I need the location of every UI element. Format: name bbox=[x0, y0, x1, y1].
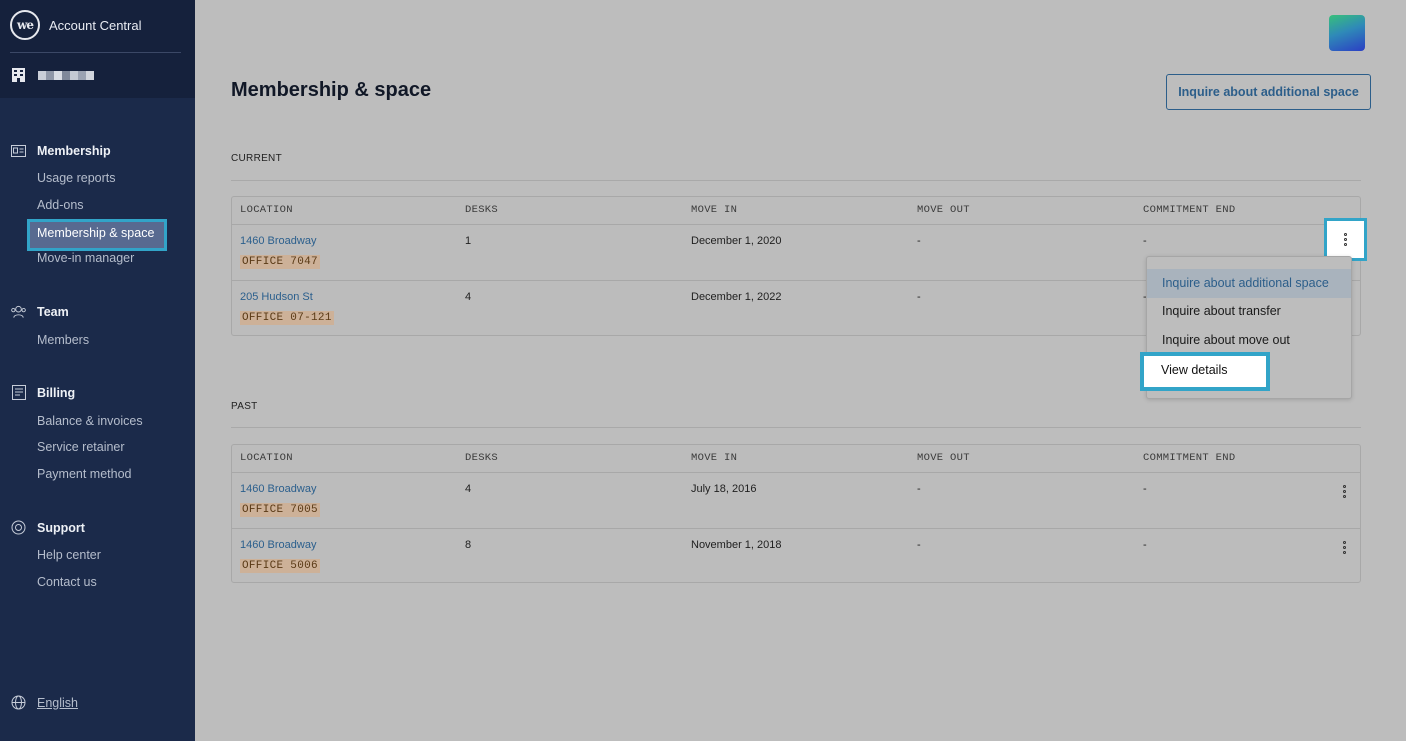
column-header-move-out: MOVE OUT bbox=[917, 204, 970, 216]
page-title: Membership & space bbox=[231, 79, 432, 101]
table-row: 1460 Broadway OFFICE 7005 4 July 18, 201… bbox=[232, 473, 1360, 529]
location-link[interactable]: 1460 Broadway bbox=[240, 235, 316, 247]
lifebuoy-icon bbox=[11, 520, 26, 535]
sidebar-item-membership-space[interactable]: Membership & space bbox=[27, 219, 167, 251]
sidebar-section-label: Billing bbox=[37, 385, 76, 400]
sidebar-item-payment-method[interactable]: Payment method bbox=[37, 467, 132, 481]
user-avatar[interactable] bbox=[1329, 15, 1365, 51]
commitment-end-cell: - bbox=[1143, 235, 1147, 247]
sidebar-item-balance-invoices[interactable]: Balance & invoices bbox=[37, 414, 143, 428]
row-actions-kebab-icon[interactable] bbox=[1337, 481, 1351, 501]
move-out-cell: - bbox=[917, 235, 921, 247]
current-heading: CURRENT bbox=[231, 153, 282, 164]
location-link[interactable]: 1460 Broadway bbox=[240, 539, 316, 551]
desks-cell: 8 bbox=[465, 539, 472, 551]
sidebar-section-label: Support bbox=[37, 520, 85, 535]
column-header-move-in: MOVE IN bbox=[691, 204, 738, 216]
move-in-cell: December 1, 2020 bbox=[691, 235, 782, 247]
menu-item-inquire-move-out[interactable]: Inquire about move out bbox=[1147, 326, 1351, 355]
sidebar-divider bbox=[10, 52, 181, 53]
sidebar-section-support[interactable]: Support bbox=[11, 520, 85, 535]
sidebar-section-membership[interactable]: Membership bbox=[11, 143, 111, 158]
row-actions-kebab-icon-active[interactable] bbox=[1324, 218, 1367, 261]
location-link[interactable]: 205 Hudson St bbox=[240, 291, 313, 303]
column-header-desks: DESKS bbox=[465, 204, 499, 216]
organization-name-redacted bbox=[38, 70, 94, 80]
building-icon bbox=[11, 68, 26, 82]
menu-item-view-details[interactable]: View details bbox=[1140, 352, 1270, 391]
current-divider bbox=[231, 180, 1361, 181]
column-header-location: LOCATION bbox=[240, 452, 293, 464]
id-card-icon bbox=[11, 143, 26, 158]
table-row: 1460 Broadway OFFICE 5006 8 November 1, … bbox=[232, 529, 1360, 585]
column-header-move-in: MOVE IN bbox=[691, 452, 738, 464]
commitment-end-cell: - bbox=[1143, 539, 1147, 551]
past-divider bbox=[231, 427, 1361, 428]
row-actions-kebab-icon[interactable] bbox=[1337, 537, 1351, 557]
move-out-cell: - bbox=[917, 483, 921, 495]
menu-item-inquire-additional-space[interactable]: Inquire about additional space bbox=[1147, 269, 1351, 298]
office-badge: OFFICE 5006 bbox=[240, 559, 320, 573]
move-in-cell: December 1, 2022 bbox=[691, 291, 782, 303]
desks-cell: 1 bbox=[465, 235, 472, 247]
language-selector[interactable]: English bbox=[11, 695, 78, 710]
sidebar-item-add-ons[interactable]: Add-ons bbox=[37, 198, 84, 212]
location-link[interactable]: 1460 Broadway bbox=[240, 483, 316, 495]
table-header: LOCATION DESKS MOVE IN MOVE OUT COMMITME… bbox=[232, 445, 1360, 473]
column-header-location: LOCATION bbox=[240, 204, 293, 216]
organization-switcher[interactable] bbox=[11, 68, 94, 82]
wework-logo: we bbox=[10, 10, 40, 40]
sidebar-section-label: Team bbox=[37, 304, 69, 319]
desks-cell: 4 bbox=[465, 291, 472, 303]
brand[interactable]: we Account Central bbox=[10, 10, 142, 40]
sidebar-item-contact-us[interactable]: Contact us bbox=[37, 575, 97, 589]
office-badge: OFFICE 07-121 bbox=[240, 311, 334, 325]
sidebar-item-usage-reports[interactable]: Usage reports bbox=[37, 171, 116, 185]
column-header-desks: DESKS bbox=[465, 452, 499, 464]
column-header-move-out: MOVE OUT bbox=[917, 452, 970, 464]
sidebar-item-service-retainer[interactable]: Service retainer bbox=[37, 440, 125, 454]
app-name: Account Central bbox=[49, 17, 142, 33]
sidebar-item-help-center[interactable]: Help center bbox=[37, 548, 101, 562]
globe-icon bbox=[11, 695, 26, 710]
move-in-cell: November 1, 2018 bbox=[691, 539, 782, 551]
team-icon bbox=[11, 304, 26, 319]
inquire-additional-space-button[interactable]: Inquire about additional space bbox=[1166, 74, 1371, 110]
sidebar-item-move-in-manager[interactable]: Move-in manager bbox=[37, 251, 134, 265]
sidebar-section-billing[interactable]: Billing bbox=[11, 385, 75, 400]
table-header: LOCATION DESKS MOVE IN MOVE OUT COMMITME… bbox=[232, 197, 1360, 225]
sidebar-section-team[interactable]: Team bbox=[11, 304, 69, 319]
move-in-cell: July 18, 2016 bbox=[691, 483, 757, 495]
sidebar-section-label: Membership bbox=[37, 143, 111, 158]
commitment-end-cell: - bbox=[1143, 483, 1147, 495]
office-badge: OFFICE 7047 bbox=[240, 255, 320, 269]
language-label: English bbox=[37, 695, 78, 710]
past-heading: PAST bbox=[231, 401, 258, 412]
sidebar: we Account Central Membership Usage repo… bbox=[0, 0, 195, 741]
move-out-cell: - bbox=[917, 539, 921, 551]
sidebar-item-members[interactable]: Members bbox=[37, 333, 89, 347]
receipt-icon bbox=[11, 385, 26, 400]
column-header-commitment-end: COMMITMENT END bbox=[1143, 204, 1236, 216]
desks-cell: 4 bbox=[465, 483, 472, 495]
office-badge: OFFICE 7005 bbox=[240, 503, 320, 517]
logo-text: we bbox=[17, 18, 34, 32]
menu-item-inquire-transfer[interactable]: Inquire about transfer bbox=[1147, 297, 1351, 326]
column-header-commitment-end: COMMITMENT END bbox=[1143, 452, 1236, 464]
past-memberships-table: LOCATION DESKS MOVE IN MOVE OUT COMMITME… bbox=[231, 444, 1361, 583]
move-out-cell: - bbox=[917, 291, 921, 303]
